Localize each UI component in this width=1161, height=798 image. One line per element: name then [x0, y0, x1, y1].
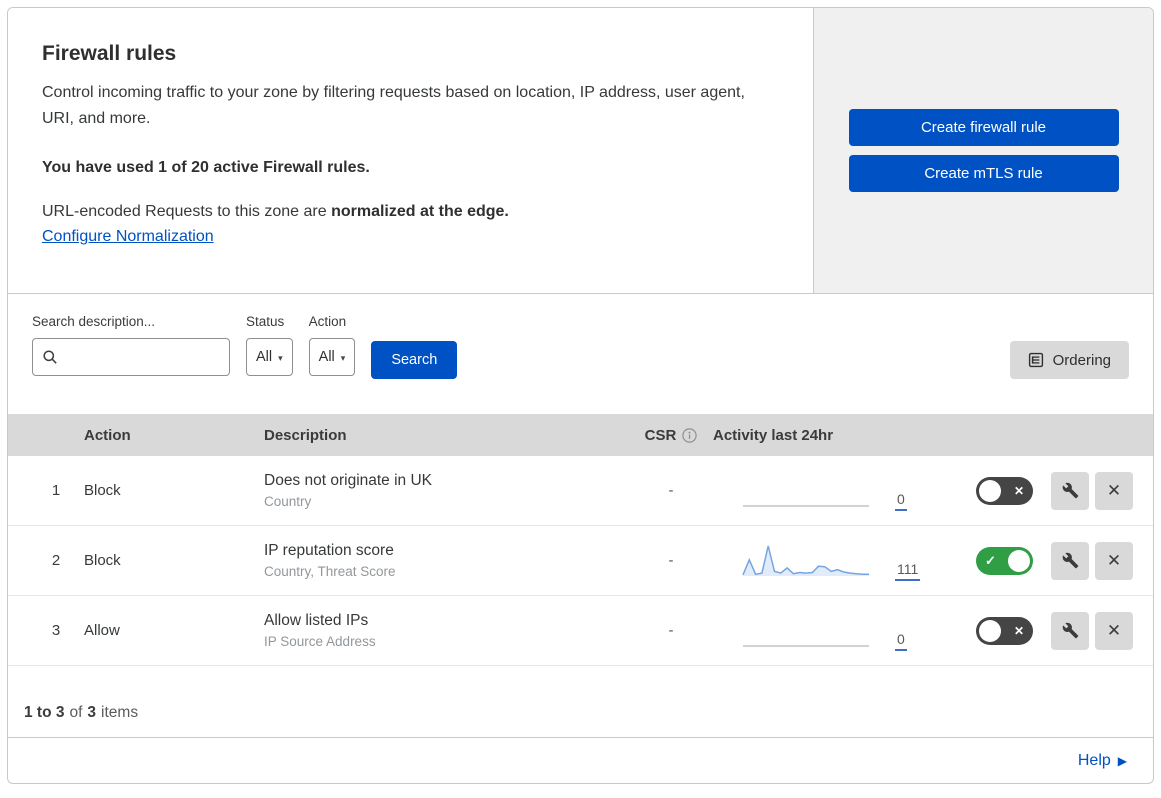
table-header: Action Description CSR Activity last 24h… [8, 414, 1153, 456]
rule-description-title: IP reputation score [264, 542, 394, 559]
items-range: 1 to 3 [24, 704, 65, 721]
search-button[interactable]: Search [371, 341, 458, 379]
wrench-icon [1062, 482, 1078, 499]
delete-rule-button[interactable]: ✕ [1095, 471, 1133, 510]
column-header-activity: Activity last 24hr [713, 426, 834, 444]
chevron-down-icon: ▾ [340, 352, 346, 363]
top-section: Firewall rules Control incoming traffic … [8, 8, 1153, 294]
rule-description: IP reputation score Country, Threat Scor… [264, 542, 631, 579]
rule-activity-cell: 0 [711, 471, 941, 511]
arrow-right-icon: ▶ [1117, 754, 1127, 768]
search-description-label: Search description... [32, 314, 156, 329]
rule-match-fields: Country, Threat Score [264, 564, 396, 579]
usage-note: You have used 1 of 20 active Firewall ru… [42, 158, 370, 176]
pagination-summary: 1 to 3 of 3 items [24, 704, 139, 721]
page-title: Firewall rules [42, 42, 177, 65]
edit-rule-button[interactable] [1051, 611, 1089, 650]
edit-rule-button[interactable] [1051, 541, 1089, 580]
toggle-knob [979, 619, 1001, 642]
action-filter-label: Action [308, 314, 347, 329]
rule-number: 2 [51, 552, 61, 569]
search-box [32, 338, 230, 376]
column-header-csr: CSR [644, 426, 677, 444]
normalization-line: URL-encoded Requests to this zone are no… [42, 202, 509, 220]
rule-number: 3 [51, 622, 61, 639]
action-filter-dropdown[interactable]: All ▾ [308, 338, 356, 376]
rule-csr-value: - [668, 552, 674, 569]
check-icon: ✓ [985, 552, 996, 568]
x-icon: ✕ [1013, 483, 1024, 498]
activity-count-link[interactable]: 0 [895, 491, 907, 511]
x-icon: ✕ [1013, 623, 1024, 638]
status-filter-dropdown[interactable]: All ▾ [246, 338, 293, 376]
intro-card: Firewall rules Control incoming traffic … [8, 8, 814, 293]
ordering-list-icon [1028, 352, 1043, 368]
rule-activity-cell: 0 [711, 611, 941, 651]
table-row: 2 Block IP reputation score Country, Thr… [8, 526, 1153, 596]
help-bar: Help ▶ [8, 737, 1153, 783]
rule-action: Block [84, 482, 121, 499]
rule-enabled-toggle[interactable]: ✓ ✕ [976, 546, 1033, 575]
chevron-down-icon: ▾ [278, 352, 283, 363]
rule-description-title: Does not originate in UK [264, 472, 433, 489]
search-icon [43, 350, 57, 364]
intro-description: Control incoming traffic to your zone by… [42, 84, 745, 127]
help-link[interactable]: Help ▶ [1078, 752, 1127, 770]
rule-description: Does not originate in UK Country [264, 472, 631, 509]
activity-count-link[interactable]: 111 [895, 561, 921, 581]
close-icon: ✕ [1106, 480, 1122, 500]
rule-match-fields: Country [264, 494, 312, 509]
rule-match-fields: IP Source Address [264, 634, 376, 649]
table-row: 1 Block Does not originate in UK Country… [8, 456, 1153, 526]
rule-enabled-toggle[interactable]: ✓ ✕ [976, 476, 1033, 505]
search-input[interactable] [32, 338, 230, 376]
delete-rule-button[interactable]: ✕ [1095, 611, 1133, 650]
cta-panel: Create firewall rule Create mTLS rule [814, 8, 1153, 293]
delete-rule-button[interactable]: ✕ [1095, 541, 1133, 580]
activity-sparkline [743, 504, 869, 507]
rule-description-title: Allow listed IPs [264, 612, 369, 629]
column-header-action: Action [84, 426, 131, 444]
ordering-button[interactable]: Ordering [1009, 341, 1129, 379]
rule-activity-cell: 111 [711, 541, 941, 581]
create-firewall-rule-button[interactable]: Create firewall rule [848, 109, 1119, 146]
create-mtls-rule-button[interactable]: Create mTLS rule [848, 155, 1119, 192]
items-total: 3 [87, 704, 97, 721]
close-icon: ✕ [1106, 550, 1122, 570]
wrench-icon [1062, 622, 1078, 639]
close-icon: ✕ [1106, 620, 1122, 640]
table-row: 3 Allow Allow listed IPs IP Source Addre… [8, 596, 1153, 666]
column-header-description: Description [264, 426, 347, 444]
toggle-knob [1008, 549, 1030, 572]
activity-sparkline [742, 545, 869, 576]
configure-normalization-link[interactable]: Configure Normalization [42, 228, 214, 246]
rule-description: Allow listed IPs IP Source Address [264, 612, 631, 649]
rule-action: Allow [84, 622, 120, 639]
rule-enabled-toggle[interactable]: ✓ ✕ [976, 616, 1033, 645]
rule-csr-value: - [668, 482, 674, 499]
info-icon[interactable] [682, 427, 698, 443]
rule-number: 1 [51, 482, 61, 499]
filter-bar: Search description... Status All ▾ Actio… [8, 294, 1153, 414]
status-filter-label: Status [246, 314, 285, 329]
activity-count-link[interactable]: 0 [895, 631, 907, 651]
rule-action: Block [84, 552, 121, 569]
firewall-rules-page: Firewall rules Control incoming traffic … [7, 7, 1154, 784]
rules-table-body: 1 Block Does not originate in UK Country… [8, 456, 1153, 666]
rule-csr-value: - [668, 622, 674, 639]
activity-sparkline [743, 644, 869, 647]
edit-rule-button[interactable] [1051, 471, 1089, 510]
wrench-icon [1062, 552, 1078, 569]
toggle-knob [979, 479, 1001, 502]
